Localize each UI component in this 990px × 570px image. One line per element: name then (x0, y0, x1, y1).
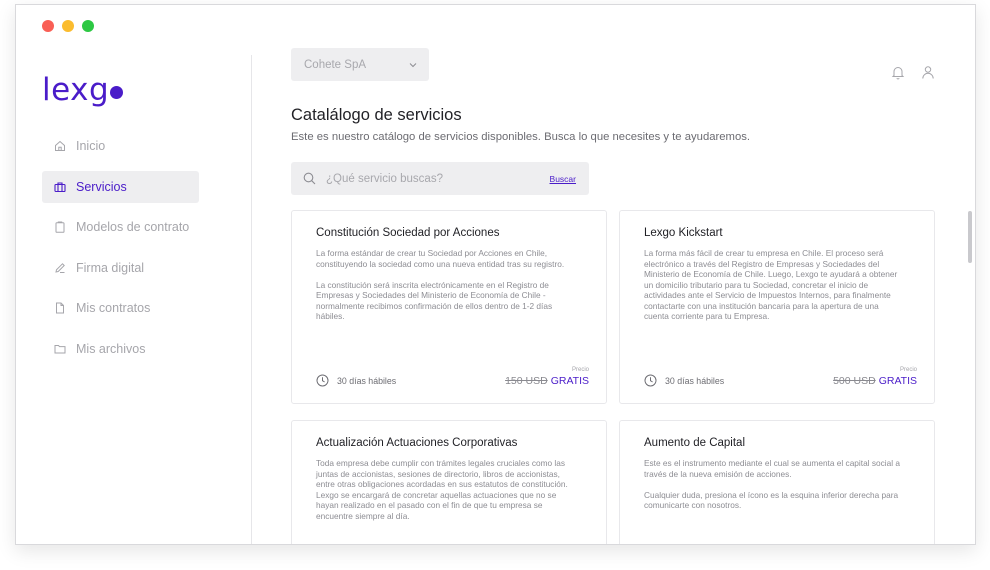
sidebar-item-label: Mis contratos (76, 301, 151, 315)
company-select[interactable]: Cohete SpA (291, 48, 429, 81)
clock-icon (316, 374, 329, 387)
minimize-window-button[interactable] (62, 20, 74, 32)
sidebar-item-label: Modelos de contrato (76, 220, 190, 234)
folder-icon (54, 343, 66, 355)
price-label: Precio (571, 367, 589, 373)
services-grid: Constitución Sociedad por Acciones La fo… (291, 210, 935, 544)
maximize-window-button[interactable] (82, 20, 94, 32)
close-window-button[interactable] (42, 20, 54, 32)
current-price: GRATIS (550, 375, 589, 387)
logo-dot (110, 86, 124, 99)
user-icon[interactable] (921, 65, 935, 80)
header-actions (891, 65, 935, 80)
service-card-footer: 30 días hábiles Precio 500 USD GRATIS (644, 367, 917, 388)
clipboard-icon (54, 221, 66, 233)
sidebar-item-modelos-de-contrato[interactable]: Modelos de contrato (42, 211, 199, 243)
sidebar-item-mis-archivos[interactable]: Mis archivos (42, 333, 199, 365)
search-bar: Buscar (291, 162, 589, 195)
page-title: Catalálogo de servicios (291, 106, 462, 124)
service-card-title: Lexgo Kickstart (644, 227, 723, 239)
service-duration: 30 días hábiles (316, 374, 396, 387)
sidebar-divider (251, 55, 252, 544)
service-card-description: Toda empresa debe cumplir con trámites l… (316, 458, 568, 521)
scrollbar-thumb[interactable] (968, 211, 972, 263)
service-card-footer: 30 días hábiles Precio 150 USD GRATIS (316, 367, 589, 388)
price-label: Precio (899, 367, 917, 373)
service-card[interactable]: Aumento de Capital Este es el instrument… (619, 420, 935, 544)
service-card-description: Este es el instrumento mediante el cual … (644, 458, 900, 510)
service-card-description: La forma estándar de crear tu Sociedad p… (316, 248, 565, 321)
lexgo-logo[interactable]: lexg (42, 72, 124, 108)
old-price: 500 USD (833, 375, 876, 387)
sidebar-item-label: Servicios (76, 179, 127, 194)
service-card[interactable]: Actualización Actuaciones Corporativas T… (291, 420, 607, 544)
briefcase-icon (54, 181, 66, 193)
service-price: 500 USD GRATIS (833, 375, 917, 387)
search-icon (303, 172, 316, 185)
service-card[interactable]: Lexgo Kickstart La forma más fácil de cr… (619, 210, 935, 404)
clock-icon (644, 374, 657, 387)
service-duration-text: 30 días hábiles (337, 375, 397, 386)
service-card-title: Aumento de Capital (644, 437, 746, 449)
page-subtitle: Este es nuestro catálogo de servicios di… (291, 131, 751, 143)
service-card-title: Actualización Actuaciones Corporativas (316, 437, 518, 449)
service-duration: 30 días hábiles (644, 374, 724, 387)
old-price: 150 USD (505, 375, 548, 387)
service-duration-text: 30 días hábiles (665, 375, 725, 386)
home-icon (54, 140, 66, 152)
sidebar-item-mis-contratos[interactable]: Mis contratos (42, 292, 199, 324)
sidebar-item-label: Inicio (76, 139, 106, 153)
pen-icon (54, 262, 66, 274)
window-controls (42, 20, 94, 32)
chevron-down-icon (409, 63, 417, 68)
search-input[interactable] (326, 172, 526, 185)
file-icon (54, 302, 66, 314)
service-price: 150 USD GRATIS (505, 375, 589, 387)
service-card[interactable]: Constitución Sociedad por Acciones La fo… (291, 210, 607, 404)
service-card-description: La forma más fácil de crear tu empresa e… (644, 248, 898, 321)
app-window: lexg Inicio Servicios Modelos de contrat… (15, 4, 976, 545)
bell-icon[interactable] (891, 65, 905, 80)
sidebar-item-label: Mis archivos (76, 341, 146, 356)
search-button[interactable]: Buscar (550, 174, 576, 184)
sidebar-item-inicio[interactable]: Inicio (42, 130, 199, 162)
logo-text: lexg (42, 72, 110, 108)
company-select-value: Cohete SpA (304, 58, 367, 71)
current-price: GRATIS (878, 375, 917, 387)
sidebar-item-label: Firma digital (76, 260, 145, 275)
sidebar: Inicio Servicios Modelos de contrato Fir… (42, 130, 199, 373)
sidebar-item-firma-digital[interactable]: Firma digital (42, 252, 199, 284)
service-card-title: Constitución Sociedad por Acciones (316, 227, 500, 239)
sidebar-item-servicios[interactable]: Servicios (42, 170, 199, 203)
